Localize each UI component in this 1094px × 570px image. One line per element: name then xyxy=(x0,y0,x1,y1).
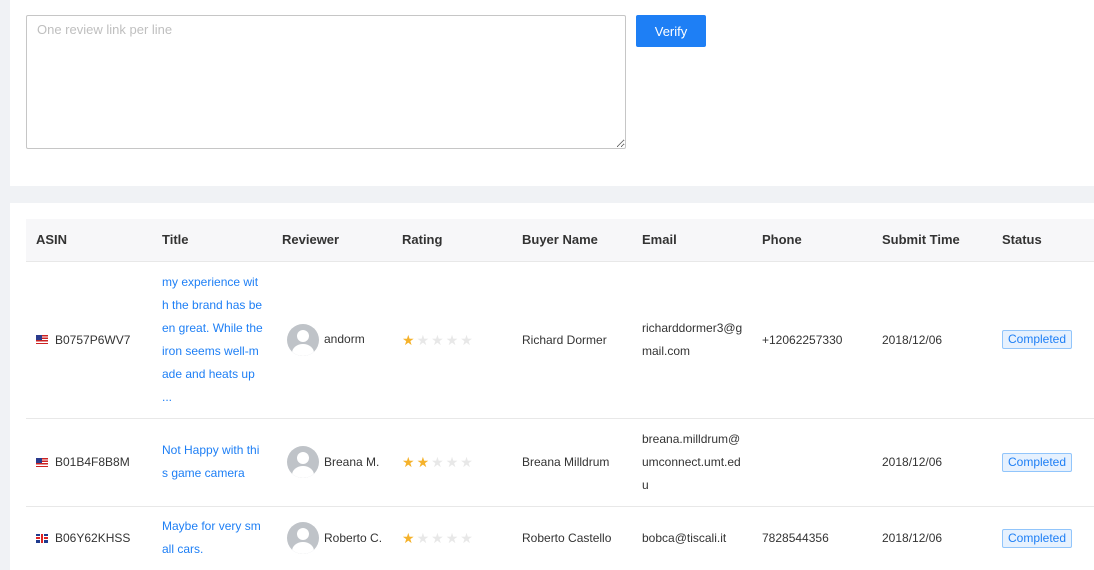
star-icon: ★ xyxy=(402,331,415,348)
column-header-title: Title xyxy=(152,219,272,262)
phone-cell: +12062257330 xyxy=(752,261,872,419)
star-icon: ★ xyxy=(416,454,430,470)
title-cell: Not Happy with this game camera xyxy=(152,418,272,507)
review-title-link[interactable]: Not Happy with this game camera xyxy=(162,439,264,485)
column-header-phone: Phone xyxy=(752,219,872,262)
email-cell: breana.milldrum@umconnect.umt.edu xyxy=(632,418,752,507)
column-header-rating: Rating xyxy=(392,219,512,262)
review-links-input[interactable] xyxy=(26,15,626,149)
column-header-status: Status xyxy=(992,219,1094,262)
avatar-icon xyxy=(287,446,319,478)
review-title-link[interactable]: Maybe for very small cars. xyxy=(162,515,264,561)
avatar-icon xyxy=(287,522,319,554)
rating-stars: ★ ★ ★ ★ ★ xyxy=(402,455,512,469)
star-icon: ★ xyxy=(431,331,444,348)
rating-cell: ★ ★ ★ ★ ★ xyxy=(392,418,512,507)
star-icon: ★ xyxy=(460,530,473,546)
star-icon: ★ xyxy=(445,530,459,546)
column-header-reviewer: Reviewer xyxy=(272,219,392,262)
status-cell: Completed xyxy=(992,418,1094,507)
uk-flag-icon xyxy=(36,533,48,543)
column-header-buyer-name: Buyer Name xyxy=(512,219,632,262)
buyer-name-cell: Breana Milldrum xyxy=(512,418,632,507)
avatar-icon xyxy=(287,323,319,356)
status-badge: Completed xyxy=(1002,452,1073,472)
column-header-email: Email xyxy=(632,219,752,262)
star-icon: ★ xyxy=(431,454,444,470)
email-cell: bobca@tiscali.it xyxy=(632,506,752,570)
review-title-link[interactable]: my experience with the brand has been gr… xyxy=(162,271,264,409)
submit-time-cell: 2018/12/06 xyxy=(872,261,992,419)
star-icon: ★ xyxy=(402,454,415,470)
phone-cell xyxy=(752,418,872,507)
email-value: richarddormer3@gmail.com xyxy=(642,320,743,358)
reviews-panel: ASIN Title Reviewer Rating Buyer Name Em… xyxy=(10,203,1094,570)
star-icon: ★ xyxy=(445,331,459,348)
star-icon: ★ xyxy=(460,454,473,470)
reviewer-cell: andorm xyxy=(272,261,392,419)
status-badge: Completed xyxy=(1002,330,1073,349)
reviews-table: ASIN Title Reviewer Rating Buyer Name Em… xyxy=(26,219,1094,570)
star-icon: ★ xyxy=(416,530,430,546)
verify-button[interactable]: Verify xyxy=(636,15,706,47)
rating-stars: ★ ★ ★ ★ ★ xyxy=(402,333,512,347)
rating-cell: ★ ★ ★ ★ ★ xyxy=(392,261,512,419)
reviewer-name: Breana M. xyxy=(324,454,380,469)
buyer-name-cell: Roberto Castello xyxy=(512,506,632,570)
title-cell: my experience with the brand has been gr… xyxy=(152,261,272,419)
star-icon: ★ xyxy=(460,331,473,348)
column-header-asin: ASIN xyxy=(26,219,152,262)
asin-cell: B0757P6WV7 xyxy=(26,261,152,419)
star-icon: ★ xyxy=(431,530,444,546)
table-header-row: ASIN Title Reviewer Rating Buyer Name Em… xyxy=(26,219,1094,262)
asin-value: B0757P6WV7 xyxy=(55,332,131,347)
asin-value: B06Y62KHSS xyxy=(55,531,131,545)
email-value: bobca@tiscali.it xyxy=(642,530,727,545)
us-flag-icon xyxy=(36,335,48,344)
rating-stars: ★ ★ ★ ★ ★ xyxy=(402,531,512,545)
asin-cell: B06Y62KHSS xyxy=(26,506,152,570)
submit-time-cell: 2018/12/06 xyxy=(872,506,992,570)
table-row: B01B4F8B8M Not Happy with this game came… xyxy=(26,418,1094,507)
rating-cell: ★ ★ ★ ★ ★ xyxy=(392,506,512,570)
asin-cell: B01B4F8B8M xyxy=(26,418,152,507)
table-row: B06Y62KHSS Maybe for very small cars. Ro… xyxy=(26,506,1094,570)
star-icon: ★ xyxy=(402,530,415,546)
email-cell: richarddormer3@gmail.com xyxy=(632,261,752,419)
column-header-submit-time: Submit Time xyxy=(872,219,992,262)
status-cell: Completed xyxy=(992,506,1094,570)
buyer-name-cell: Richard Dormer xyxy=(512,261,632,419)
star-icon: ★ xyxy=(445,454,459,470)
star-icon: ★ xyxy=(416,331,430,348)
submit-time-cell: 2018/12/06 xyxy=(872,418,992,507)
title-cell: Maybe for very small cars. xyxy=(152,506,272,570)
reviewer-cell: Roberto C. xyxy=(272,506,392,570)
us-flag-icon xyxy=(36,457,48,467)
reviewer-name: Roberto C. xyxy=(324,530,383,545)
asin-value: B01B4F8B8M xyxy=(55,455,130,469)
phone-cell: 7828544356 xyxy=(752,506,872,570)
reviewer-name: andorm xyxy=(324,332,365,346)
status-cell: Completed xyxy=(992,261,1094,419)
reviewer-cell: Breana M. xyxy=(272,418,392,507)
table-row: B0757P6WV7 my experience with the brand … xyxy=(26,261,1094,419)
email-value: breana.milldrum@umconnect.umt.edu xyxy=(642,431,741,492)
verify-panel: Verify xyxy=(10,0,1094,186)
status-badge: Completed xyxy=(1002,528,1073,548)
